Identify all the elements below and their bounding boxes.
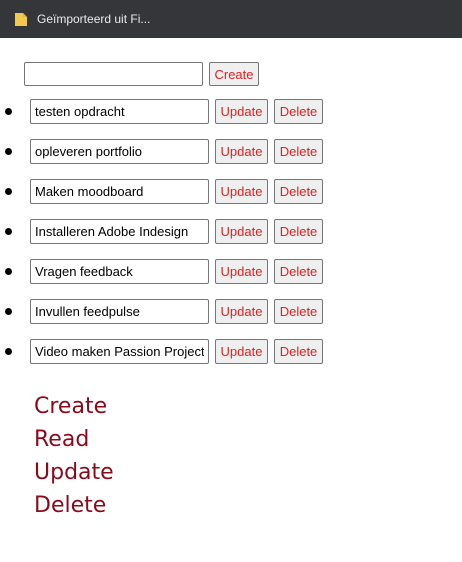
folder-icon xyxy=(15,12,27,26)
delete-button[interactable]: Delete xyxy=(274,219,323,244)
bullet-icon xyxy=(5,228,12,235)
bullet-icon xyxy=(5,108,12,115)
bullet-icon xyxy=(5,348,12,355)
create-button[interactable]: Create xyxy=(209,62,259,86)
update-button[interactable]: Update xyxy=(215,99,268,124)
todo-text-input[interactable] xyxy=(30,259,209,284)
delete-button[interactable]: Delete xyxy=(274,259,323,284)
bullet-icon xyxy=(5,268,12,275)
bullet-icon xyxy=(5,148,12,155)
update-button[interactable]: Update xyxy=(215,219,268,244)
update-button[interactable]: Update xyxy=(215,179,268,204)
new-todo-input[interactable] xyxy=(24,62,203,86)
todo-text-input[interactable] xyxy=(30,339,209,364)
delete-button[interactable]: Delete xyxy=(274,99,323,124)
update-button[interactable]: Update xyxy=(215,139,268,164)
bullet-icon xyxy=(5,308,12,315)
delete-button[interactable]: Delete xyxy=(274,139,323,164)
delete-button[interactable]: Delete xyxy=(274,179,323,204)
crud-word-read: Read xyxy=(34,427,90,452)
create-form: Create xyxy=(24,62,259,86)
crud-word-delete: Delete xyxy=(34,493,107,518)
delete-button[interactable]: Delete xyxy=(274,299,323,324)
update-button[interactable]: Update xyxy=(215,299,268,324)
todo-text-input[interactable] xyxy=(30,179,209,204)
update-button[interactable]: Update xyxy=(215,339,268,364)
todo-text-input[interactable] xyxy=(30,219,209,244)
crud-word-create: Create xyxy=(34,394,108,419)
crud-word-update: Update xyxy=(34,460,114,485)
update-button[interactable]: Update xyxy=(215,259,268,284)
todo-text-input[interactable] xyxy=(30,299,209,324)
crud-heading-list: Create Read Update Delete xyxy=(34,390,114,522)
bookmarks-bar: Geïmporteerd uit Fi... xyxy=(0,0,462,38)
todo-text-input[interactable] xyxy=(30,139,209,164)
bullet-icon xyxy=(5,188,12,195)
delete-button[interactable]: Delete xyxy=(274,339,323,364)
todo-text-input[interactable] xyxy=(30,99,209,124)
bookmark-folder-label[interactable]: Geïmporteerd uit Fi... xyxy=(37,12,150,26)
